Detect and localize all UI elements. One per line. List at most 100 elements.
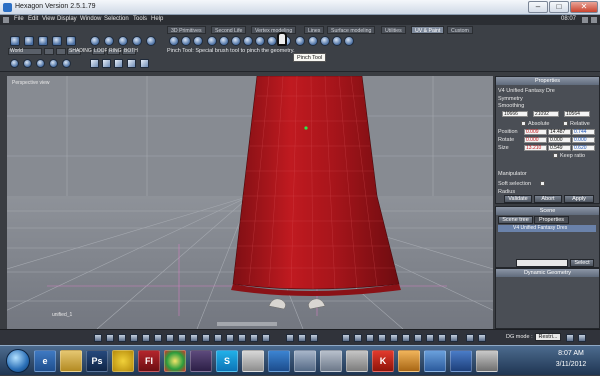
chrome-taskbar-icon[interactable] [164,350,186,372]
hide-icon[interactable] [262,334,270,342]
validate-button[interactable]: Validate [504,195,532,203]
uv-unfold-icon[interactable] [308,36,318,46]
menu-selection[interactable]: Selection [104,16,129,22]
menu-view[interactable]: View [42,16,55,22]
cube-view-icon[interactable] [62,59,71,68]
position-x[interactable]: 0.009 [524,129,547,135]
uv-seam-icon[interactable] [332,36,342,46]
app-taskbar-icon-2[interactable] [268,350,290,372]
close-button[interactable]: ✕ [570,1,598,13]
grab-brush-icon[interactable] [255,36,265,46]
app-taskbar-icon-5[interactable] [346,350,368,372]
frame-icon[interactable] [250,334,258,342]
vertex-mode-icon[interactable] [90,36,100,46]
relative-checkbox[interactable] [563,121,568,126]
view-quad-icon[interactable] [310,334,318,342]
face-mode-icon[interactable] [118,36,128,46]
size-x[interactable]: 13.210 [524,145,547,151]
ie-taskbar-icon[interactable]: e [34,350,56,372]
menu-edit[interactable]: Edit [28,16,38,22]
tab-utilities[interactable]: Utilities [381,26,406,34]
render-icon[interactable] [214,334,222,342]
size-y[interactable]: 0.549 [548,145,571,151]
uv-map-icon[interactable] [320,36,330,46]
smudge-brush-icon[interactable] [243,36,253,46]
sym-button[interactable] [56,48,66,55]
front-view-icon[interactable] [390,334,398,342]
perspective-viewport[interactable]: Perspective view unified_1 [7,76,493,329]
app-taskbar-icon-6[interactable]: K [372,350,394,372]
grid-toggle-icon[interactable] [178,334,186,342]
app-menu-icon[interactable] [3,17,9,23]
skype-taskbar-icon[interactable]: S [216,350,238,372]
pen-icon[interactable] [140,59,149,68]
start-button[interactable] [6,349,30,373]
soft-selection-checkbox[interactable] [540,181,545,186]
absolute-checkbox[interactable] [521,121,526,126]
position-z[interactable]: 0.744 [572,129,595,135]
undo-icon[interactable] [66,36,76,46]
tab-second-life[interactable]: Second Life [211,26,247,34]
object-name-field[interactable]: V4 Unified Fantasy Dre [498,88,555,94]
both-button[interactable]: BOTH [122,48,138,55]
paint-brush-icon[interactable] [169,36,179,46]
texture-icon[interactable] [130,334,138,342]
camera-view-icon[interactable] [438,334,446,342]
shading-button[interactable]: SHADING [67,48,92,55]
word-taskbar-icon[interactable] [450,350,472,372]
object-mode-icon[interactable] [132,36,142,46]
abort-button[interactable]: Abort [534,195,562,203]
view-double-icon[interactable] [298,334,306,342]
app-taskbar-icon-1[interactable] [242,350,264,372]
rotate-y[interactable]: 0.000 [548,137,571,143]
view-single-icon[interactable] [286,334,294,342]
loop-button[interactable]: LOOP [92,48,108,55]
tab-custom[interactable]: Custom [447,26,473,34]
wireframe-icon[interactable] [106,334,114,342]
side-view-icon[interactable] [414,334,422,342]
dg-collapse-icon[interactable] [578,334,586,342]
preferences-icon[interactable] [466,334,474,342]
norton-taskbar-icon[interactable] [112,350,134,372]
restore-icon[interactable] [582,17,588,23]
select-tool-icon[interactable] [10,36,20,46]
scene-tree-tab[interactable]: Scene tree [498,216,533,224]
ring-button[interactable]: RING [107,48,122,55]
ambient-icon[interactable] [154,334,162,342]
apply-button[interactable]: Apply [564,195,594,203]
tab-uv-paint[interactable]: UV & Paint [411,26,445,34]
tab-vertex-modeling[interactable]: Vertex modeling [251,26,297,34]
shadow-icon[interactable] [166,334,174,342]
menu-tools[interactable]: Tools [133,16,147,22]
screenshot-icon[interactable] [226,334,234,342]
move-icon[interactable] [10,59,19,68]
rotate-z[interactable]: 0.000 [572,137,595,143]
grid-snap-icon[interactable] [90,59,99,68]
close-doc-icon[interactable] [591,17,597,23]
tab-3d-primitives[interactable]: 3D Primitives [167,26,206,34]
world-dropdown[interactable]: World [8,48,42,55]
explorer-taskbar-icon[interactable] [60,350,82,372]
pattern-brush-icon[interactable] [295,36,305,46]
help-icon[interactable] [478,334,486,342]
position-y[interactable]: 14.487 [548,129,571,135]
uv-relax-icon[interactable] [344,36,354,46]
minimize-button[interactable]: – [528,1,548,13]
menu-file[interactable]: File [14,16,24,22]
zoom-view-icon[interactable] [366,334,374,342]
lasso-tool-icon[interactable] [24,36,34,46]
inflate-brush-icon[interactable] [193,36,203,46]
maximize-button[interactable]: □ [549,1,569,13]
app-taskbar-icon-4[interactable] [320,350,342,372]
edge-mode-icon[interactable] [104,36,114,46]
dg-settings-icon[interactable] [566,334,574,342]
display-mode-icon[interactable] [94,334,102,342]
lock-view-icon[interactable] [450,334,458,342]
deflate-brush-icon[interactable] [207,36,217,46]
top-view-icon[interactable] [402,334,410,342]
snap-options-icon[interactable] [102,59,111,68]
scene-search-field[interactable] [516,259,568,267]
reset-view-icon[interactable] [378,334,386,342]
magnet-icon[interactable] [52,36,62,46]
menu-help[interactable]: Help [151,16,163,22]
